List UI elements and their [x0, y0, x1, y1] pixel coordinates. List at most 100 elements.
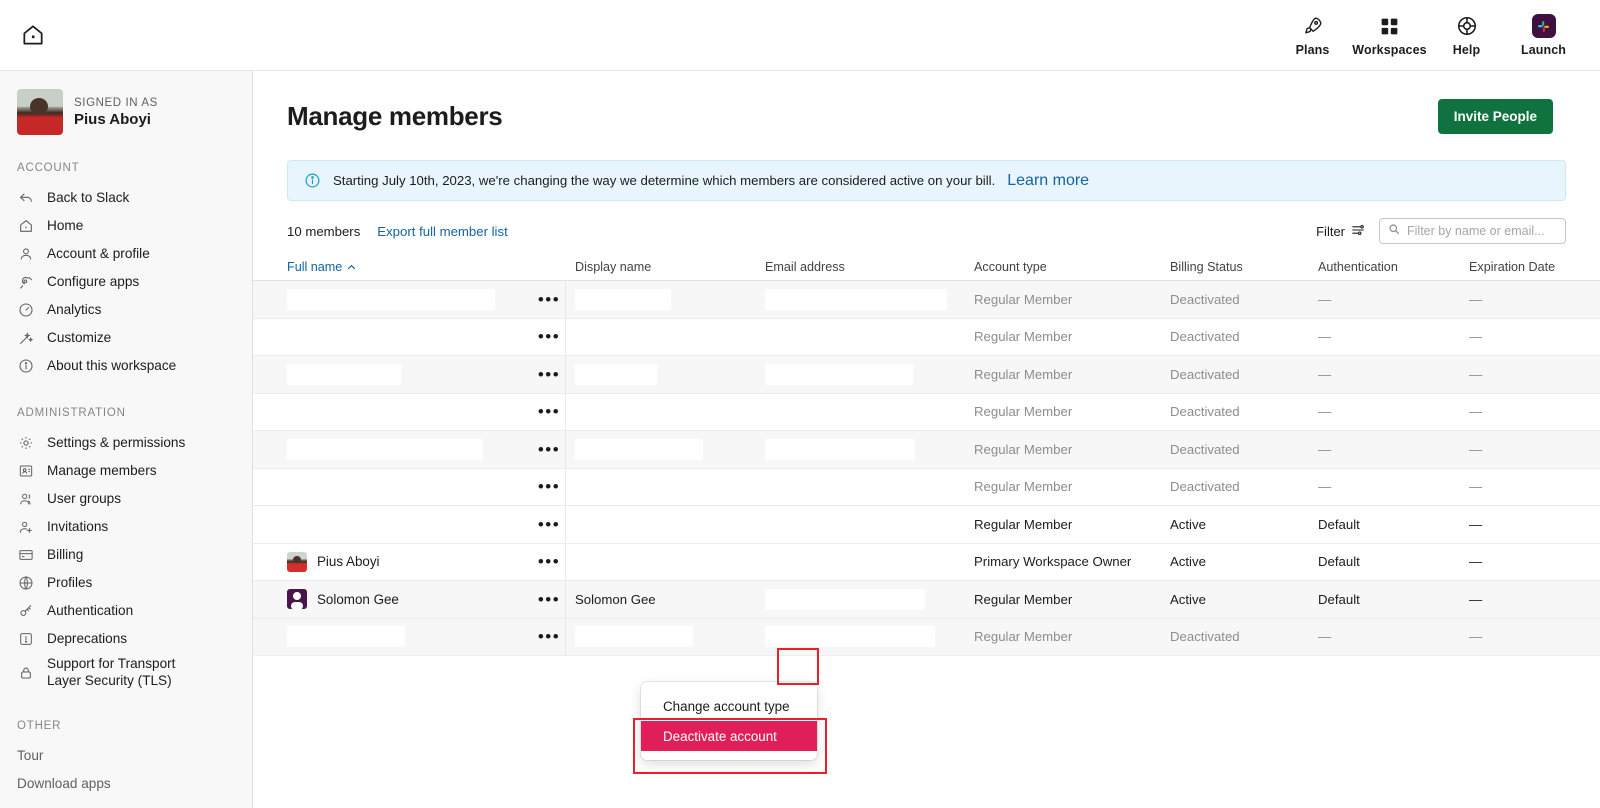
- sidebar-item-billing[interactable]: Billing: [0, 541, 252, 569]
- table-row[interactable]: ••• Regular Member Deactivated — —: [253, 468, 1600, 506]
- cell-expiration-date: —: [1469, 591, 1483, 607]
- column-header-email-address[interactable]: Email address: [765, 260, 965, 274]
- row-menu-button[interactable]: •••: [533, 403, 565, 420]
- signed-in-block[interactable]: SIGNED IN AS Pius Aboyi: [0, 71, 252, 135]
- column-divider: [565, 393, 566, 430]
- search-input[interactable]: [1407, 224, 1557, 238]
- column-header-billing-status[interactable]: Billing Status: [1170, 260, 1320, 274]
- row-menu-button[interactable]: •••: [533, 328, 565, 345]
- more-options-icon[interactable]: •••: [538, 366, 560, 383]
- cell-billing-status: Deactivated: [1170, 629, 1240, 645]
- sidebar-item-manage-members[interactable]: Manage members: [0, 457, 252, 485]
- cell-account-type: Regular Member: [974, 516, 1073, 532]
- row-menu-button[interactable]: •••: [533, 591, 565, 608]
- column-divider: [565, 431, 566, 468]
- top-nav-workspaces[interactable]: Workspaces: [1351, 8, 1428, 57]
- top-nav-label: Workspaces: [1352, 43, 1427, 57]
- row-menu-button[interactable]: •••: [533, 628, 565, 645]
- sliders-icon: [1351, 223, 1365, 240]
- top-nav-launch[interactable]: Launch: [1505, 8, 1582, 57]
- filter-button[interactable]: Filter: [1316, 223, 1365, 240]
- more-options-icon[interactable]: •••: [538, 441, 560, 458]
- table-body: ••• Regular Member Deactivated — — ••• Regular…: [253, 281, 1600, 656]
- cell-account-type: Regular Member: [974, 441, 1073, 457]
- cell-account-type: Regular Member: [974, 404, 1073, 420]
- table-row[interactable]: ••• Regular Member Deactivated — —: [253, 431, 1600, 469]
- more-options-icon[interactable]: •••: [538, 291, 560, 308]
- sidebar-item-customize[interactable]: Customize: [0, 324, 252, 352]
- cell-display-name: [575, 326, 765, 348]
- sidebar-item-label: Settings & permissions: [47, 434, 186, 450]
- sidebar-item-user-groups[interactable]: User groups: [0, 485, 252, 513]
- banner-learn-more-link[interactable]: Learn more: [1007, 172, 1089, 190]
- more-options-icon[interactable]: •••: [538, 478, 560, 495]
- more-options-icon[interactable]: •••: [538, 628, 560, 645]
- sidebar-item-analytics[interactable]: Analytics: [0, 296, 252, 324]
- sidebar-item-authentication[interactable]: Authentication: [0, 597, 252, 625]
- cell-email-address: [765, 438, 965, 460]
- cell-billing-status: Deactivated: [1170, 479, 1240, 495]
- more-options-icon[interactable]: •••: [538, 553, 560, 570]
- column-header-full-name[interactable]: Full name: [287, 260, 533, 274]
- search-box[interactable]: [1379, 218, 1566, 244]
- menu-item-deactivate-account[interactable]: Deactivate account: [641, 721, 817, 751]
- sidebar-item-tour[interactable]: Tour: [0, 742, 252, 770]
- search-icon: [1388, 222, 1400, 240]
- sidebar-item-tls-support[interactable]: Support for Transport Layer Security (TL…: [0, 653, 252, 693]
- more-options-icon[interactable]: •••: [538, 403, 560, 420]
- row-menu-button[interactable]: •••: [533, 441, 565, 458]
- cell-account-type: Regular Member: [974, 479, 1073, 495]
- row-menu-button[interactable]: •••: [533, 553, 565, 570]
- more-options-icon[interactable]: •••: [538, 328, 560, 345]
- menu-item-change-account-type[interactable]: Change account type: [641, 691, 817, 721]
- member-name: Solomon Gee: [317, 591, 399, 607]
- top-nav-plans[interactable]: Plans: [1274, 8, 1351, 57]
- table-row[interactable]: ••• Regular Member Active Default —: [253, 506, 1600, 544]
- more-options-icon[interactable]: •••: [538, 591, 560, 608]
- redacted-value: [765, 588, 925, 610]
- cell-authentication: Default: [1318, 554, 1360, 570]
- sidebar-item-deprecations[interactable]: Deprecations: [0, 625, 252, 653]
- column-header-authentication[interactable]: Authentication: [1318, 260, 1458, 274]
- column-header-expiration-date[interactable]: Expiration Date: [1469, 260, 1589, 274]
- table-row[interactable]: ••• Regular Member Deactivated — —: [253, 356, 1600, 394]
- redacted-value: [575, 288, 671, 310]
- cell-billing-status: Active: [1170, 554, 1206, 570]
- sidebar-item-settings-permissions[interactable]: Settings & permissions: [0, 429, 252, 457]
- cell-expiration-date: —: [1469, 404, 1483, 420]
- row-menu-button[interactable]: •••: [533, 516, 565, 533]
- sidebar-item-home[interactable]: Home: [0, 212, 252, 240]
- top-nav-help[interactable]: Help: [1428, 8, 1505, 57]
- cell-authentication: —: [1318, 366, 1332, 382]
- sidebar-item-account-profile[interactable]: Account & profile: [0, 240, 252, 268]
- table-row[interactable]: ••• Regular Member Deactivated — —: [253, 618, 1600, 656]
- cell-account-type: Regular Member: [974, 591, 1073, 607]
- member-count: 10 members: [287, 223, 361, 239]
- more-options-icon[interactable]: •••: [538, 516, 560, 533]
- row-menu-button[interactable]: •••: [533, 478, 565, 495]
- invite-people-button[interactable]: Invite People: [1437, 99, 1553, 134]
- table-row[interactable]: Solomon Gee ••• Solomon Gee Regular Member A…: [253, 581, 1600, 619]
- row-menu-button[interactable]: •••: [533, 366, 565, 383]
- column-header-display-name[interactable]: Display name: [575, 260, 765, 274]
- gear-icon: [17, 434, 35, 452]
- table-row[interactable]: ••• Regular Member Deactivated — —: [253, 318, 1600, 356]
- sidebar-item-back-to-slack[interactable]: Back to Slack: [0, 184, 252, 212]
- cell-full-name: [287, 438, 533, 460]
- row-menu-button[interactable]: •••: [533, 291, 565, 308]
- sidebar-item-label: User groups: [47, 490, 122, 506]
- table-toolbar: 10 members Export full member list Filte…: [253, 201, 1600, 245]
- home-icon[interactable]: [16, 18, 50, 52]
- column-divider: [565, 506, 566, 543]
- cell-email-address: [765, 363, 965, 385]
- sidebar-item-about-this-workspace[interactable]: About this workspace: [0, 352, 252, 380]
- sidebar-item-configure-apps[interactable]: Configure apps: [0, 268, 252, 296]
- table-row[interactable]: ••• Regular Member Deactivated — —: [253, 281, 1600, 319]
- table-row[interactable]: ••• Regular Member Deactivated — —: [253, 393, 1600, 431]
- sidebar-item-profiles[interactable]: Profiles: [0, 569, 252, 597]
- sidebar-item-invitations[interactable]: Invitations: [0, 513, 252, 541]
- sidebar-item-download-apps[interactable]: Download apps: [0, 770, 252, 798]
- export-member-list-link[interactable]: Export full member list: [377, 224, 507, 239]
- table-row[interactable]: Pius Aboyi ••• Primary Workspace Owner Acti…: [253, 543, 1600, 581]
- column-header-account-type[interactable]: Account type: [974, 260, 1164, 274]
